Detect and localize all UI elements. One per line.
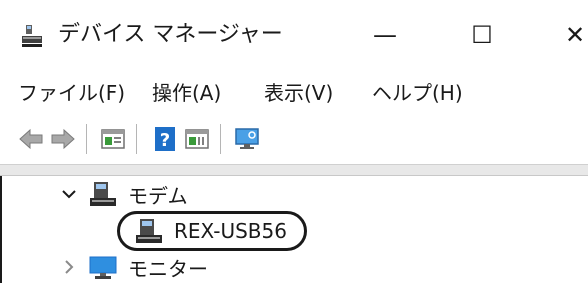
monitor-scan-icon[interactable] — [234, 126, 260, 152]
maximize-button[interactable]: ☐ — [452, 10, 512, 60]
menu-file[interactable]: ファイル(F) — [18, 76, 125, 110]
modem-category-label: モデム — [128, 183, 188, 208]
help-icon[interactable]: ? — [152, 126, 178, 152]
toolbar-separator — [136, 124, 137, 154]
monitor-category-label: モニター — [128, 256, 208, 281]
toolbar-separator — [86, 124, 87, 154]
modem-device-icon — [136, 219, 162, 243]
modem-device-label: REX-USB56 — [174, 219, 287, 243]
title-bar: デバイス マネージャー — ☐ ✕ — [0, 0, 588, 70]
monitor-icon — [89, 256, 117, 279]
chevron-right-icon[interactable] — [60, 258, 78, 276]
window-title: デバイス マネージャー — [58, 22, 283, 47]
close-button[interactable]: ✕ — [545, 10, 588, 60]
menu-action[interactable]: 操作(A) — [152, 76, 221, 110]
device-manager-app-icon — [22, 25, 42, 47]
toolbar-divider — [0, 164, 588, 176]
svg-text:?: ? — [160, 130, 170, 151]
toolbar-separator — [220, 124, 221, 154]
chevron-down-icon[interactable] — [60, 185, 78, 203]
tree-node-monitor[interactable]: モニター — [60, 250, 208, 283]
properties-icon[interactable] — [100, 126, 126, 152]
menu-help[interactable]: ヘルプ(H) — [372, 76, 463, 110]
tree-node-rex-usb56[interactable]: REX-USB56 — [134, 214, 287, 248]
tree-node-modem[interactable]: モデム — [60, 177, 188, 211]
forward-arrow-icon[interactable] — [50, 126, 76, 152]
update-driver-icon[interactable] — [184, 126, 210, 152]
toolbar: ? — [0, 116, 588, 160]
menu-view[interactable]: 表示(V) — [264, 76, 333, 110]
minimize-button[interactable]: — — [355, 10, 415, 60]
modem-icon — [90, 182, 116, 206]
menu-bar: ファイル(F) 操作(A) 表示(V) ヘルプ(H) — [0, 76, 588, 110]
back-arrow-icon[interactable] — [18, 126, 44, 152]
